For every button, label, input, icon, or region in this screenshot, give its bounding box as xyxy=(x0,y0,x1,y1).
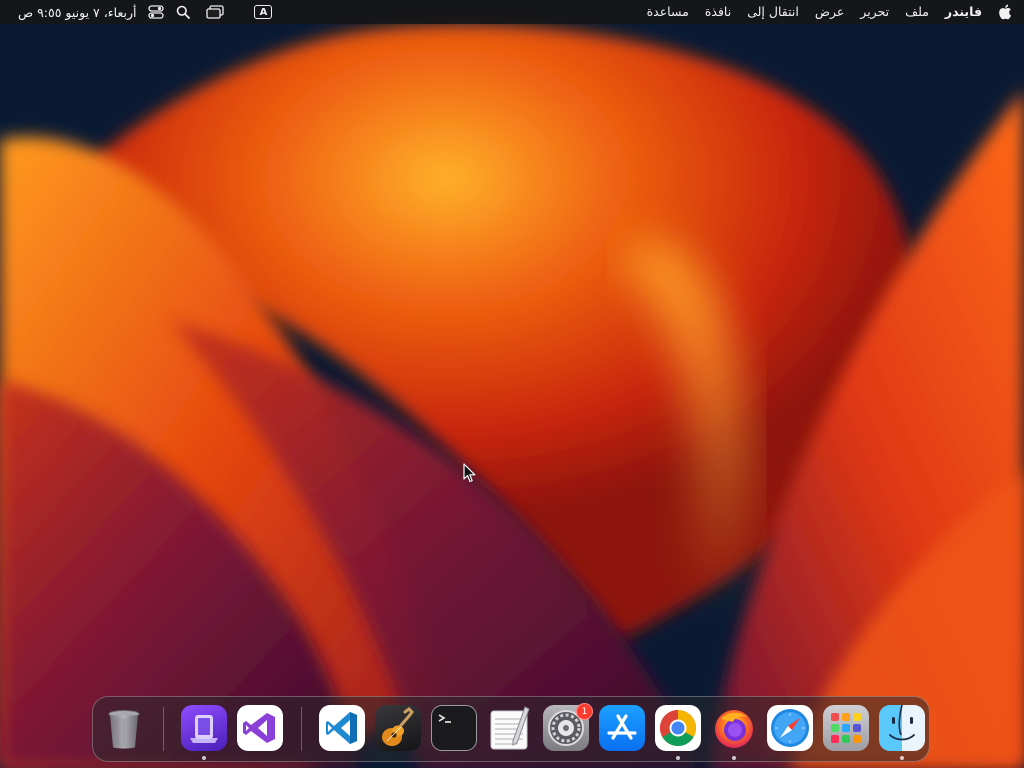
dock-item-chrome[interactable] xyxy=(655,705,701,751)
visual-studio-icon xyxy=(243,713,275,743)
spotlight-search-icon[interactable] xyxy=(170,0,196,24)
garageband-guitar-icon xyxy=(382,707,414,746)
terminal-icon xyxy=(438,714,451,723)
dock-item-app-store[interactable] xyxy=(599,705,645,751)
menu-bar: فايندر ملف تحرير عرض انتقال إلى نافذة مس… xyxy=(0,0,1024,24)
app-store-icon xyxy=(607,714,637,740)
running-indicator xyxy=(202,756,206,760)
dock: 1 xyxy=(92,696,930,762)
menu-window[interactable]: نافذة xyxy=(697,0,739,24)
dock-item-system-preferences[interactable]: 1 xyxy=(543,703,593,751)
menu-bar-status: أربعاء، ٧ يونيو ٩:٥٥ ص A xyxy=(0,0,286,24)
input-source-label: A xyxy=(254,5,273,19)
desktop-wallpaper xyxy=(0,0,1024,768)
launchpad-grid-icon xyxy=(831,713,861,743)
finder-face-icon xyxy=(889,704,915,741)
dock-item-terminal[interactable] xyxy=(431,705,477,751)
running-indicator xyxy=(732,756,736,760)
simulator-icon xyxy=(190,715,218,743)
input-source-menu[interactable]: A xyxy=(234,0,286,24)
dock-item-launchpad[interactable] xyxy=(823,705,869,751)
vscode-icon xyxy=(326,712,357,744)
notification-badge: 1 xyxy=(576,703,593,720)
dock-item-safari[interactable] xyxy=(767,705,813,751)
menu-app-name[interactable]: فايندر xyxy=(937,0,990,24)
menu-view[interactable]: عرض xyxy=(807,0,852,24)
dock-item-vscode[interactable] xyxy=(319,705,365,751)
running-indicator xyxy=(900,756,904,760)
menu-edit[interactable]: تحرير xyxy=(852,0,897,24)
menu-clock[interactable]: أربعاء، ٧ يونيو ٩:٥٥ ص xyxy=(0,5,142,20)
dock-item-simulator[interactable] xyxy=(181,705,227,751)
dock-item-textedit[interactable] xyxy=(487,705,533,751)
firefox-icon xyxy=(715,710,753,748)
screen-mirroring-icon[interactable] xyxy=(196,0,234,24)
menu-go[interactable]: انتقال إلى xyxy=(739,0,807,24)
running-indicator xyxy=(676,756,680,760)
dock-item-finder[interactable] xyxy=(879,704,925,751)
menu-file[interactable]: ملف xyxy=(897,0,937,24)
dock-item-trash[interactable] xyxy=(101,705,147,751)
textedit-icon xyxy=(490,706,530,750)
apple-menu-icon[interactable] xyxy=(990,0,1020,24)
menu-help[interactable]: مساعدة xyxy=(639,0,697,24)
dock-item-visual-studio[interactable] xyxy=(237,705,283,751)
menu-bar-menus: فايندر ملف تحرير عرض انتقال إلى نافذة مس… xyxy=(639,0,1024,24)
dock-separator xyxy=(301,707,302,751)
mouse-pointer-icon xyxy=(463,463,476,483)
dock-item-firefox[interactable] xyxy=(711,705,757,751)
dock-separator xyxy=(163,707,164,751)
trash-icon xyxy=(108,710,140,749)
control-center-icon[interactable] xyxy=(142,0,170,24)
safari-compass-icon xyxy=(771,709,809,747)
dock-item-garageband[interactable] xyxy=(375,705,421,751)
chrome-icon xyxy=(659,710,697,747)
